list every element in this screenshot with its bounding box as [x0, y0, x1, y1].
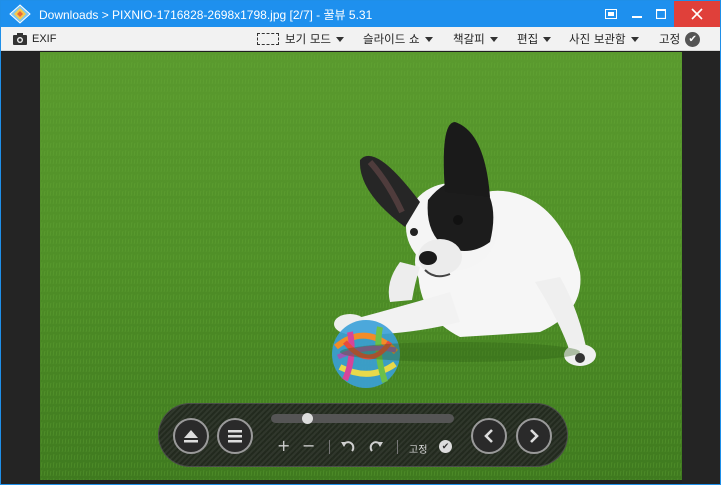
previous-image-button[interactable] — [471, 418, 507, 454]
navigation-control-panel: + − 고정 ✔ — [158, 403, 568, 467]
image-slider-track[interactable] — [271, 414, 454, 423]
photo-storage-label: 사진 보관함 — [569, 32, 626, 46]
title-bar[interactable]: Downloads > PIXNIO-1716828-2698x1798.jpg… — [1, 1, 720, 27]
slideshow-label: 슬라이드 쇼 — [363, 32, 420, 46]
maximize-icon — [656, 9, 666, 19]
chevron-down-icon — [424, 36, 433, 42]
chevron-down-icon — [630, 36, 639, 42]
bookmark-label: 책갈피 — [453, 32, 485, 46]
window-title: Downloads > PIXNIO-1716828-2698x1798.jpg… — [39, 8, 373, 22]
chevron-down-icon — [335, 36, 344, 42]
close-button[interactable] — [674, 1, 720, 27]
image-viewer[interactable]: + − 고정 ✔ — [1, 52, 720, 484]
menu-toolbar: EXIF 보기 모드 슬라이드 쇼 책갈피 편집 사진 보관함 고정 ✔ — [1, 27, 720, 51]
maximize-button[interactable] — [649, 1, 673, 27]
app-window: Downloads > PIXNIO-1716828-2698x1798.jpg… — [0, 0, 721, 485]
camera-icon — [13, 33, 27, 45]
view-mode-icon — [257, 33, 279, 45]
pin-toggle[interactable]: 고정 ✔ — [659, 27, 701, 51]
view-mode-label: 보기 모드 — [285, 32, 331, 46]
hamburger-menu-icon — [228, 430, 242, 443]
image-slider-thumb[interactable] — [301, 413, 313, 424]
chevron-down-icon — [489, 36, 498, 42]
chevron-left-icon — [484, 429, 493, 443]
slideshow-menu[interactable]: 슬라이드 쇼 — [363, 27, 433, 51]
zoom-out-button[interactable]: − — [302, 437, 315, 455]
fullscreen-button[interactable] — [597, 1, 625, 27]
view-mode-menu[interactable]: 보기 모드 — [257, 27, 344, 51]
bookmark-menu[interactable]: 책갈피 — [453, 27, 498, 51]
viewer-margin-left — [1, 52, 40, 484]
edit-menu[interactable]: 편집 — [517, 27, 552, 51]
pin-label: 고정 — [659, 32, 681, 46]
menu-button[interactable] — [217, 418, 253, 454]
honeyview-logo-icon — [9, 4, 31, 24]
chevron-right-icon — [530, 429, 539, 443]
exif-label: EXIF — [32, 33, 57, 45]
check-icon[interactable]: ✔ — [439, 440, 452, 453]
viewer-margin-right — [682, 52, 720, 484]
divider — [329, 440, 330, 454]
next-image-button[interactable] — [516, 418, 552, 454]
eject-icon — [184, 430, 198, 443]
photo-storage-menu[interactable]: 사진 보관함 — [569, 27, 639, 51]
chevron-down-icon — [543, 36, 552, 42]
rotate-right-icon[interactable] — [368, 439, 384, 455]
open-file-button[interactable] — [173, 418, 209, 454]
zoom-in-button[interactable]: + — [277, 437, 290, 455]
fullscreen-icon — [605, 9, 617, 19]
divider — [397, 440, 398, 454]
edit-label: 편집 — [517, 32, 539, 46]
minimize-button[interactable] — [625, 1, 649, 27]
panel-pin-label[interactable]: 고정 — [409, 441, 427, 456]
minimize-icon — [632, 16, 642, 18]
check-icon: ✔ — [685, 31, 701, 47]
rotate-left-icon[interactable] — [340, 439, 356, 455]
close-icon — [691, 8, 703, 20]
exif-button[interactable]: EXIF — [13, 27, 56, 51]
